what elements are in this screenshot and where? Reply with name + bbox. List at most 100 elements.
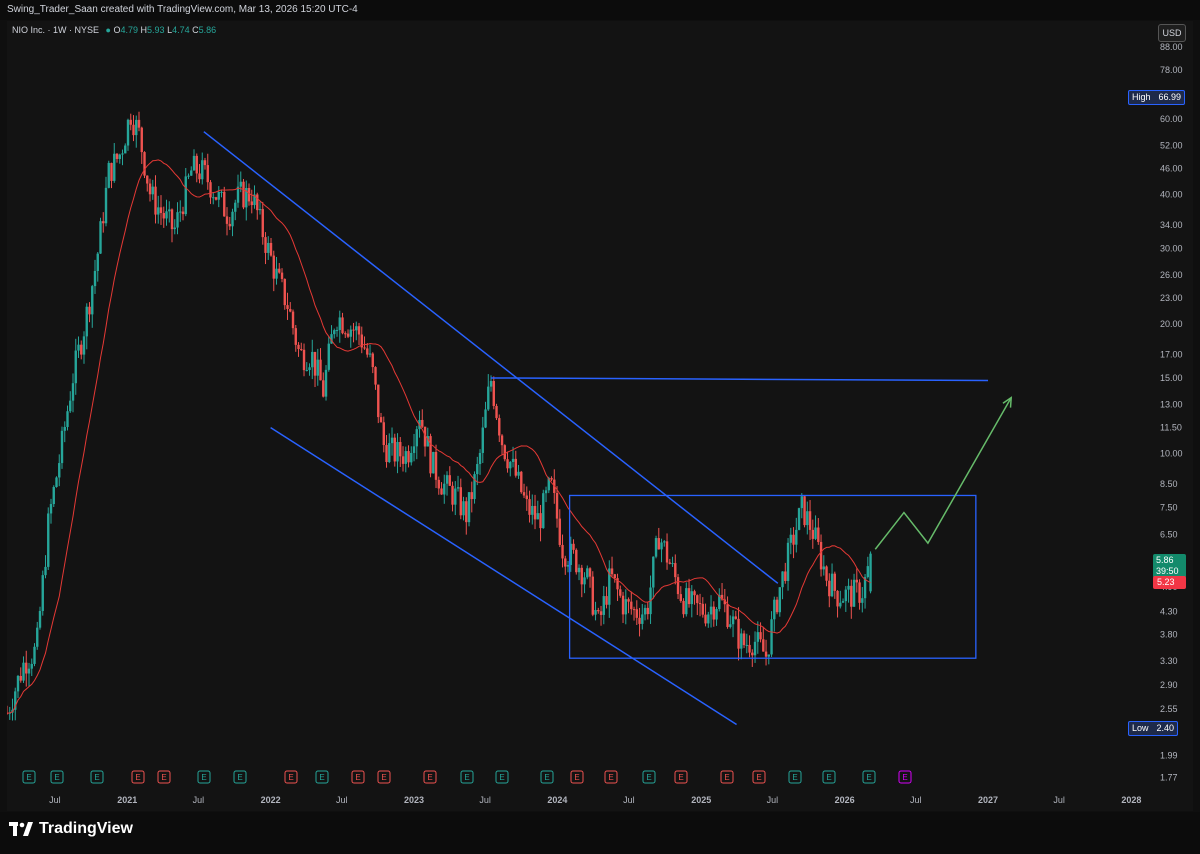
candle-body xyxy=(302,349,306,371)
candle-body xyxy=(74,350,77,384)
candle-body xyxy=(176,212,179,228)
candle-body xyxy=(393,437,396,462)
earnings-marker[interactable]: E xyxy=(197,770,211,784)
candle-body xyxy=(729,624,732,627)
earnings-marker[interactable]: E xyxy=(377,770,391,784)
candle-body xyxy=(203,160,207,166)
candle-body xyxy=(124,145,127,154)
candle-body xyxy=(275,268,278,279)
candle-body xyxy=(71,383,75,401)
earnings-marker[interactable]: E xyxy=(862,770,876,784)
earnings-marker[interactable]: E xyxy=(570,770,584,784)
earnings-marker[interactable]: E xyxy=(157,770,171,784)
candle-body xyxy=(113,153,116,181)
high-tag-value: 66.99 xyxy=(1158,92,1182,102)
earnings-marker[interactable]: E xyxy=(90,770,104,784)
symbol-legend[interactable]: NIO Inc. · 1W · NYSE ● O4.79 H5.93 L4.74… xyxy=(12,25,216,35)
candle-body xyxy=(715,608,718,620)
candle-body xyxy=(88,306,91,315)
candle-body xyxy=(85,306,88,337)
candle-body xyxy=(756,632,759,642)
earnings-marker-label: E xyxy=(288,773,293,782)
earnings-marker[interactable]: E xyxy=(642,770,656,784)
candle-body xyxy=(165,211,168,219)
candle-body xyxy=(228,223,231,227)
close-value: 5.86 xyxy=(198,25,217,35)
earnings-marker[interactable]: E xyxy=(752,770,766,784)
candle-body xyxy=(170,209,174,230)
earnings-marker[interactable]: E xyxy=(233,770,247,784)
candle-body xyxy=(396,441,399,462)
candle-body xyxy=(93,270,97,287)
candle-body xyxy=(371,353,374,368)
price-axis-label: 11.50 xyxy=(1160,423,1182,433)
price-chart[interactable]: 88.00 78.00 60.00 52.00 46.00 40.00 34.00 30.00… xyxy=(7,21,1193,811)
price-axis-label: 88.00 xyxy=(1160,42,1183,52)
price-axis-label: 26.00 xyxy=(1160,270,1183,280)
time-axis-label: 2021 xyxy=(117,795,137,805)
candle-body xyxy=(401,456,405,464)
candle-body xyxy=(605,596,608,605)
earnings-marker[interactable]: E xyxy=(788,770,802,784)
earnings-marker[interactable]: E xyxy=(822,770,836,784)
price-axis-label: 17.00 xyxy=(1160,350,1183,360)
time-axis-label: Jul xyxy=(49,795,61,805)
candle-body xyxy=(811,529,815,539)
candle-body xyxy=(745,644,748,646)
earnings-marker-label: E xyxy=(499,773,504,782)
earnings-marker[interactable]: E xyxy=(351,770,365,784)
time-axis-label: 2023 xyxy=(404,795,424,805)
candle-body xyxy=(773,599,776,620)
candle-body xyxy=(624,599,627,615)
tradingview-wordmark: TradingView xyxy=(39,820,133,837)
candle-body xyxy=(341,317,344,334)
candle-body xyxy=(432,451,435,474)
candle-body xyxy=(520,471,523,493)
earnings-marker[interactable]: E xyxy=(674,770,688,784)
candle-body xyxy=(550,478,553,480)
earnings-marker[interactable]: E xyxy=(604,770,618,784)
candle-body xyxy=(635,609,638,618)
candle-body xyxy=(803,496,806,526)
price-axis-label: 2.55 xyxy=(1160,704,1178,714)
earnings-marker[interactable]: E xyxy=(423,770,437,784)
earnings-marker-label: E xyxy=(756,773,761,782)
earnings-marker[interactable]: E xyxy=(284,770,298,784)
candle-body xyxy=(731,616,735,625)
chart-area[interactable]: 88.00 78.00 60.00 52.00 46.00 40.00 34.00 30.00… xyxy=(7,21,1193,811)
price-axis-label: 13.00 xyxy=(1160,400,1183,410)
candle-body xyxy=(390,437,394,444)
candle-body xyxy=(690,591,693,605)
earnings-marker[interactable]: E xyxy=(22,770,36,784)
candle-body xyxy=(44,566,47,576)
candle-body xyxy=(630,601,633,610)
candle-body xyxy=(209,182,212,198)
candle-body xyxy=(654,538,658,557)
candle-body xyxy=(225,216,229,224)
earnings-marker[interactable]: E xyxy=(540,770,554,784)
earnings-marker[interactable]: E xyxy=(898,770,912,784)
candle-body xyxy=(784,571,787,581)
earnings-marker-label: E xyxy=(355,773,360,782)
earnings-marker[interactable]: E xyxy=(50,770,64,784)
candle-body xyxy=(77,344,80,351)
currency-button[interactable]: USD xyxy=(1158,24,1186,42)
candle-body xyxy=(132,124,135,136)
time-axis-label: 2028 xyxy=(1121,795,1141,805)
earnings-marker[interactable]: E xyxy=(131,770,145,784)
tradingview-logo[interactable]: TradingView xyxy=(9,820,133,838)
earnings-marker[interactable]: E xyxy=(720,770,734,784)
low-value: 4.74 xyxy=(172,25,190,35)
earnings-marker[interactable]: E xyxy=(315,770,329,784)
candle-body xyxy=(25,662,28,674)
candle-body xyxy=(751,652,754,656)
earnings-marker-label: E xyxy=(574,773,579,782)
candle-body xyxy=(107,162,110,188)
earnings-marker[interactable]: E xyxy=(460,770,474,784)
earnings-marker[interactable]: E xyxy=(495,770,509,784)
earnings-marker-label: E xyxy=(464,773,469,782)
earnings-marker-label: E xyxy=(161,773,166,782)
candle-body xyxy=(627,599,630,602)
candle-body xyxy=(286,305,289,309)
candle-body xyxy=(305,370,308,372)
